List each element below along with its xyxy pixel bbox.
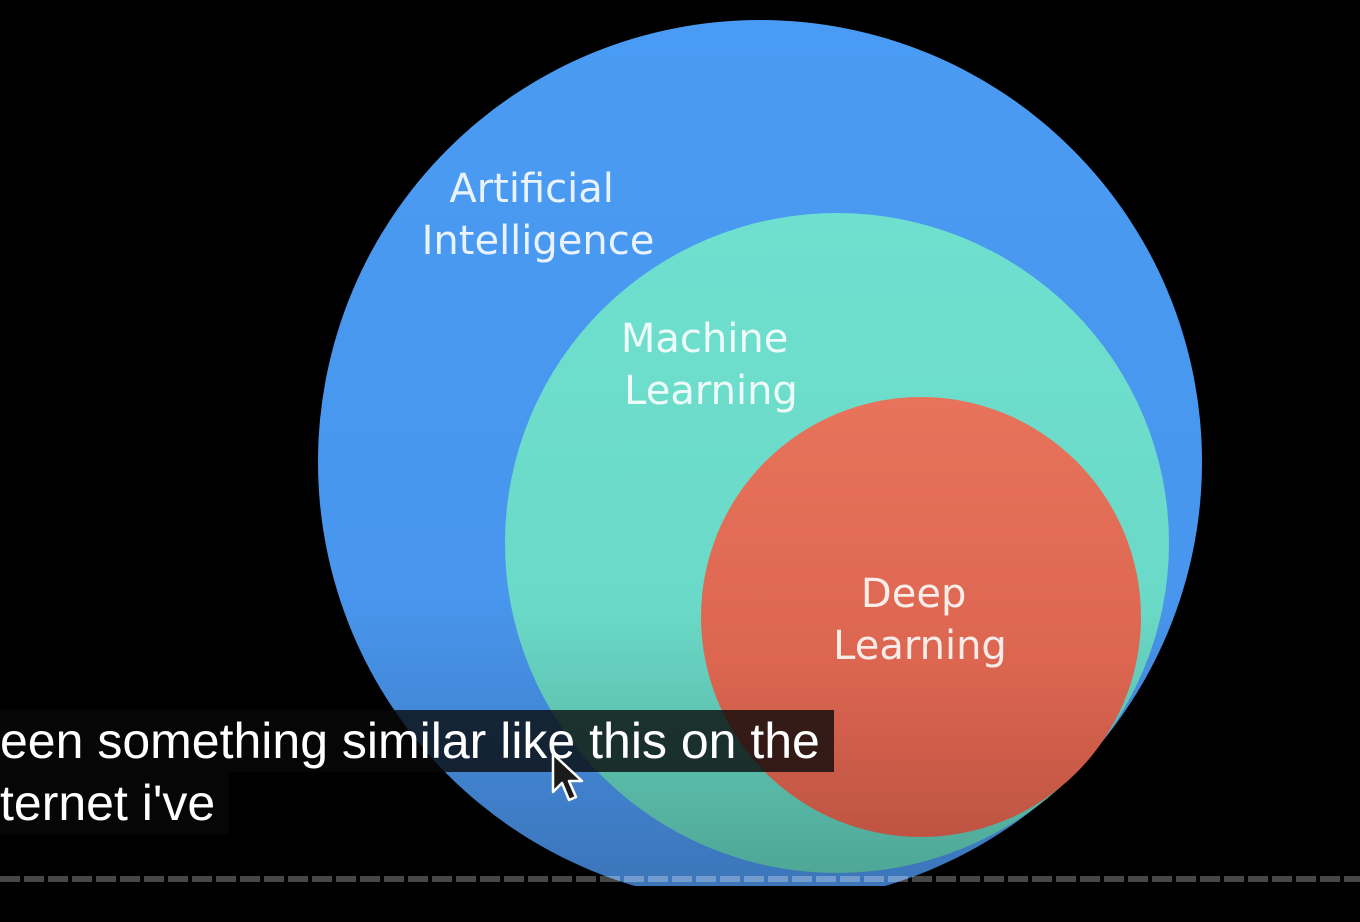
ml-label-line1: Machine: [621, 316, 788, 362]
ai-label-line2: Intelligence: [422, 218, 655, 264]
caption-line-2: ternet i've: [0, 772, 230, 834]
ml-label-line2: Learning: [624, 368, 798, 414]
mouse-pointer-icon: [551, 752, 584, 802]
player-controls-strip: [0, 886, 1360, 922]
caption-line-1: een something similar like this on the: [0, 710, 834, 772]
dl-label-line2: Learning: [833, 623, 1007, 669]
video-progress-bar[interactable]: [0, 876, 1360, 882]
dl-label-line1: Deep: [861, 571, 966, 617]
ai-label-line1: Artificial: [449, 166, 614, 212]
video-frame[interactable]: Artificial Intelligence Machine Learning…: [0, 0, 1360, 922]
